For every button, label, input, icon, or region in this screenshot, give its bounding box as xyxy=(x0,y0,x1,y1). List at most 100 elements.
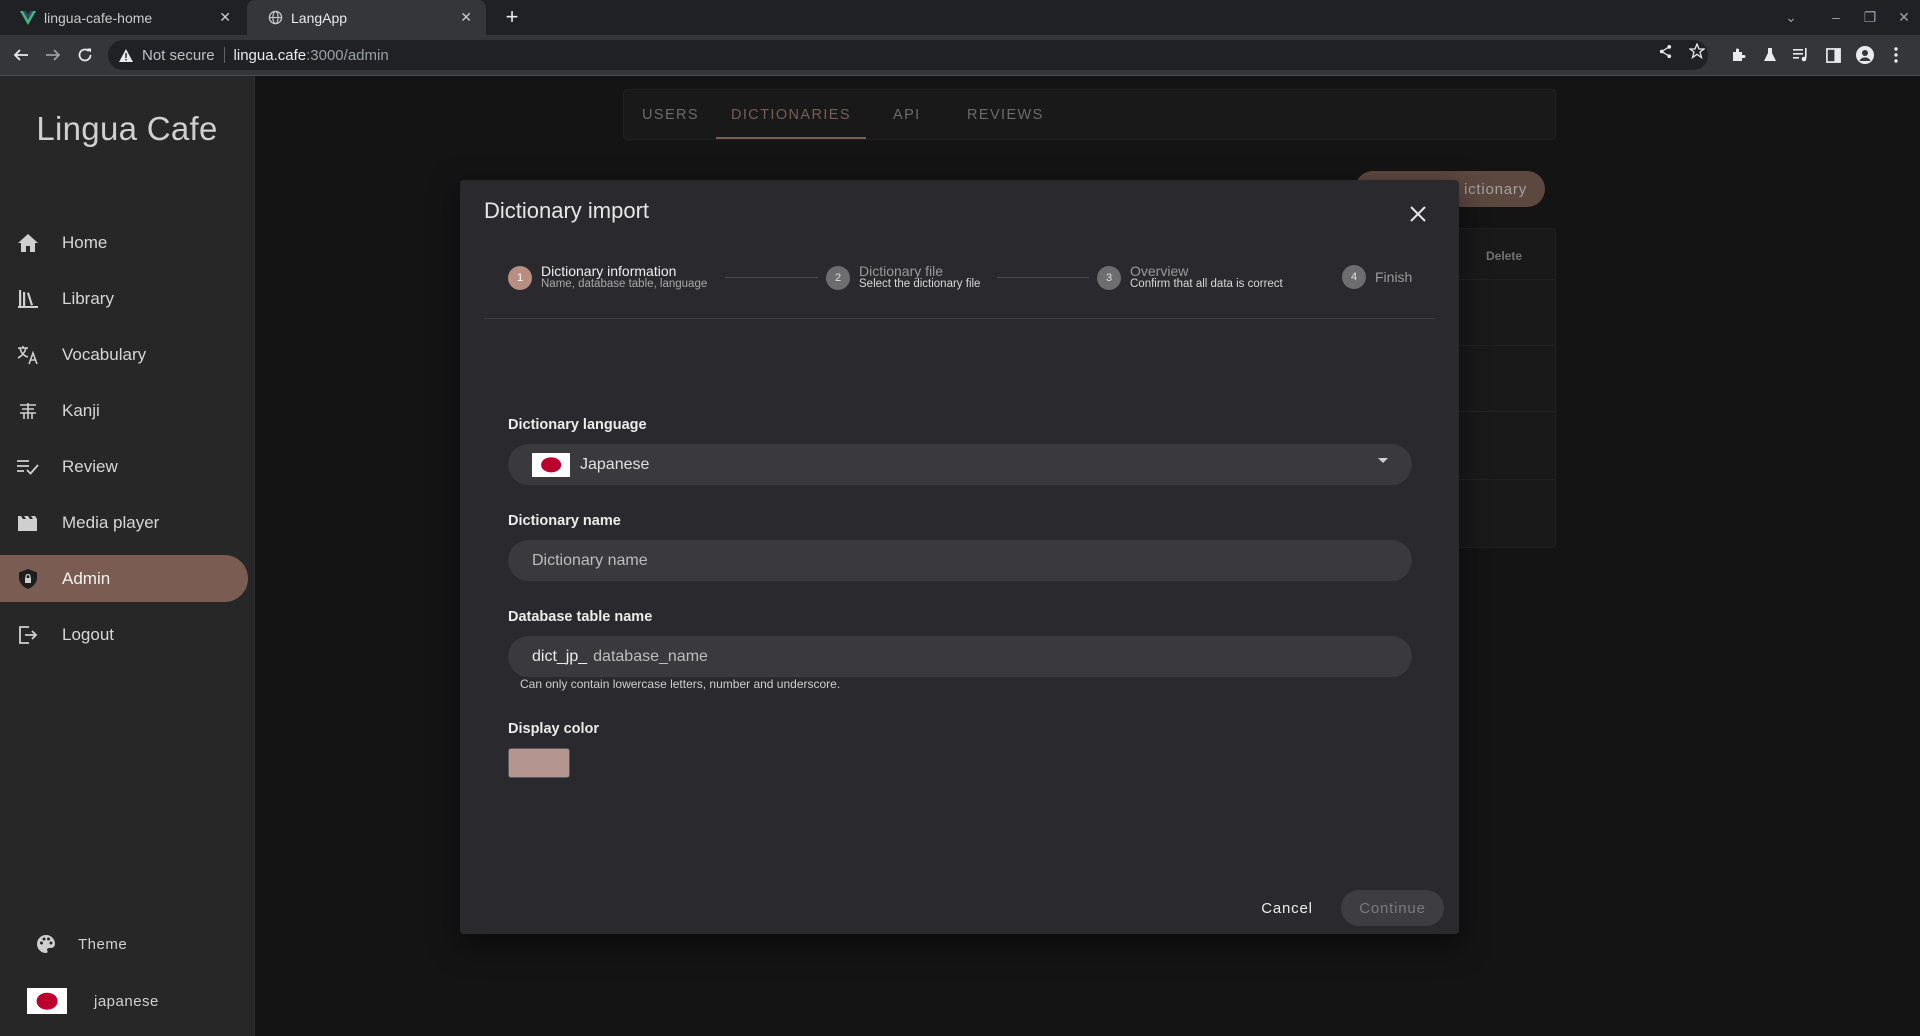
shield-lock-icon xyxy=(17,568,39,590)
video-icon xyxy=(17,512,39,534)
step-number: 4 xyxy=(1342,265,1366,289)
close-icon[interactable] xyxy=(1404,200,1432,228)
sidebar-item-label: Logout xyxy=(62,624,114,644)
reload-icon[interactable] xyxy=(73,43,97,67)
browser-toolbar: Not secure lingua.cafe:3000/admin xyxy=(0,35,1920,76)
review-icon xyxy=(17,456,39,478)
step-number: 1 xyxy=(508,266,532,290)
database-table-name-input[interactable]: dict_jp_ database_name xyxy=(508,636,1412,677)
restore-icon[interactable]: ❐ xyxy=(1858,6,1882,28)
side-panel-icon[interactable] xyxy=(1823,45,1843,65)
sidebar: Lingua Cafe Home Library Vocabulary Kanj… xyxy=(0,76,255,1036)
step-finish: 4 Finish xyxy=(1342,265,1412,289)
step-title: Finish xyxy=(1375,268,1413,285)
chevron-down-icon xyxy=(1378,458,1388,463)
step-number: 2 xyxy=(826,266,850,290)
share-icon[interactable] xyxy=(1656,42,1674,60)
minimize-icon[interactable]: – xyxy=(1824,6,1848,28)
sidebar-item-label: Library xyxy=(62,288,114,308)
more-menu-icon[interactable] xyxy=(1886,45,1906,65)
sidebar-item-admin[interactable]: Admin xyxy=(0,555,248,602)
app-root: Lingua Cafe Home Library Vocabulary Kanj… xyxy=(0,76,1920,1036)
sidebar-item-vocabulary[interactable]: Vocabulary xyxy=(0,331,248,378)
cancel-button[interactable]: Cancel xyxy=(1251,890,1323,926)
extensions-icon[interactable] xyxy=(1728,45,1748,65)
database-table-name-label: Database table name xyxy=(508,609,653,625)
sidebar-item-label: Media player xyxy=(62,512,160,532)
dictionary-name-placeholder: Dictionary name xyxy=(532,551,648,569)
profile-avatar-icon[interactable] xyxy=(1855,45,1875,65)
sidebar-item-label: Kanji xyxy=(62,400,100,420)
step-dictionary-information: 1 Dictionary information Name, database … xyxy=(508,263,708,291)
table-name-hint: Can only contain lowercase letters, numb… xyxy=(520,677,841,691)
stepper-connector xyxy=(725,277,818,278)
step-title: Dictionary information xyxy=(541,263,677,279)
dictionary-language-select[interactable]: Japanese xyxy=(508,444,1412,485)
continue-button[interactable]: Continue xyxy=(1341,890,1444,926)
dictionary-language-label: Dictionary language xyxy=(508,417,647,433)
step-subtitle: Select the dictionary file xyxy=(859,278,981,290)
step-number: 3 xyxy=(1097,266,1121,290)
dialog-title: Dictionary import xyxy=(484,198,650,223)
browser-tab-lingua-cafe-home[interactable]: lingua-cafe-home ✕ xyxy=(0,0,245,35)
url-path: :3000/admin xyxy=(306,46,389,64)
globe-icon xyxy=(267,10,283,26)
browser-tab-langapp[interactable]: LangApp ✕ xyxy=(247,0,486,35)
sidebar-item-logout[interactable]: Logout xyxy=(0,611,248,658)
theme-toggle[interactable]: Theme xyxy=(36,934,127,954)
home-icon xyxy=(17,232,39,254)
sidebar-item-review[interactable]: Review xyxy=(0,443,248,490)
logout-icon xyxy=(17,624,39,646)
close-window-icon[interactable]: ✕ xyxy=(1892,6,1916,28)
sidebar-item-label: Admin xyxy=(62,568,111,588)
step-title: Overview xyxy=(1130,263,1189,279)
dictionary-import-dialog: Dictionary import 1 Dictionary informati… xyxy=(460,180,1459,934)
sidebar-item-media-player[interactable]: Media player xyxy=(0,499,248,546)
language-selector[interactable]: japanese xyxy=(27,988,159,1014)
stepper-divider xyxy=(484,318,1435,319)
close-tab-icon[interactable]: ✕ xyxy=(460,9,472,26)
url-host: lingua.cafe xyxy=(233,46,307,64)
sidebar-item-library[interactable]: Library xyxy=(0,275,248,322)
dictionary-name-label: Dictionary name xyxy=(508,513,621,529)
japan-flag-icon xyxy=(532,452,570,477)
sidebar-item-label: Home xyxy=(62,232,108,252)
theme-label: Theme xyxy=(78,935,128,953)
step-overview: 3 Overview Confirm that all data is corr… xyxy=(1097,263,1283,291)
stepper-connector xyxy=(997,277,1089,278)
forward-arrow-icon[interactable] xyxy=(41,43,65,67)
palette-icon xyxy=(36,934,56,954)
labs-flask-icon[interactable] xyxy=(1760,45,1780,65)
library-icon xyxy=(17,288,39,310)
kanji-icon xyxy=(17,400,39,422)
dictionary-name-input[interactable]: Dictionary name xyxy=(508,540,1412,581)
address-bar[interactable]: Not secure lingua.cafe:3000/admin xyxy=(108,40,1708,70)
tab-title: LangApp xyxy=(291,9,348,26)
step-dictionary-file: 2 Dictionary file Select the dictionary … xyxy=(826,263,981,291)
table-name-placeholder: database_name xyxy=(593,647,708,665)
app-logo: Lingua Cafe xyxy=(36,110,218,147)
tab-title: lingua-cafe-home xyxy=(44,9,153,26)
warning-icon xyxy=(118,47,134,63)
browser-tabstrip: lingua-cafe-home ✕ LangApp ✕ + ⌄ – ❐ ✕ xyxy=(0,0,1920,35)
sidebar-item-kanji[interactable]: Kanji xyxy=(0,387,248,434)
step-subtitle: Confirm that all data is correct xyxy=(1130,278,1283,290)
language-label: japanese xyxy=(94,992,159,1010)
sidebar-item-label: Review xyxy=(62,456,118,476)
step-subtitle: Name, database table, language xyxy=(541,278,708,290)
sidebar-item-home[interactable]: Home xyxy=(0,219,248,266)
display-color-swatch[interactable] xyxy=(508,748,570,778)
tab-search-icon[interactable]: ⌄ xyxy=(1779,6,1803,28)
step-title: Dictionary file xyxy=(859,263,944,279)
translate-icon xyxy=(17,344,39,366)
new-tab-button[interactable]: + xyxy=(499,4,525,30)
security-status[interactable]: Not secure xyxy=(142,47,215,64)
bookmark-star-icon[interactable] xyxy=(1688,42,1706,60)
display-color-label: Display color xyxy=(508,721,600,737)
media-queue-icon[interactable] xyxy=(1791,45,1811,65)
omnibox-divider xyxy=(223,47,225,63)
selected-language: Japanese xyxy=(580,455,650,473)
table-name-prefix: dict_jp_ xyxy=(532,647,588,665)
close-tab-icon[interactable]: ✕ xyxy=(219,9,231,26)
back-arrow-icon[interactable] xyxy=(9,43,33,67)
